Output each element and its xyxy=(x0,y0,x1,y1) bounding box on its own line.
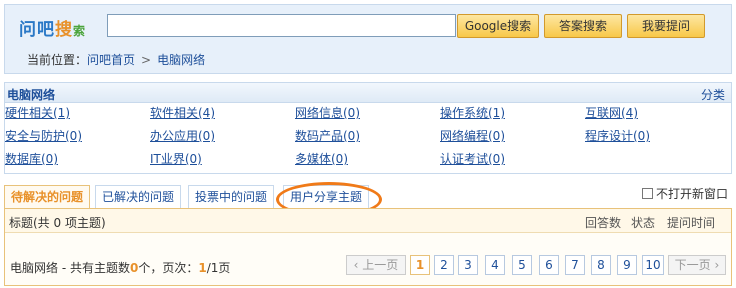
prev-page-button[interactable]: ‹ 上一页 xyxy=(346,255,406,275)
category-link[interactable]: 认证考试(0) xyxy=(440,150,505,167)
breadcrumb-home-link[interactable]: 问吧首页 xyxy=(87,53,135,67)
no-new-window-toggle[interactable]: 不打开新窗口 xyxy=(641,185,728,202)
page-number[interactable]: 6 xyxy=(539,255,559,275)
no-new-window-label: 不打开新窗口 xyxy=(655,187,728,201)
logo-sou: 搜 xyxy=(55,20,73,40)
google-search-button[interactable]: Google搜索 xyxy=(457,14,539,38)
page-number[interactable]: 9 xyxy=(617,255,637,275)
category-link[interactable]: 数码产品(0) xyxy=(295,127,360,144)
column-answers[interactable]: 回答数 xyxy=(585,214,621,231)
answer-search-button[interactable]: 答案搜索 xyxy=(544,14,622,38)
pagination: ‹ 上一页 1 2 3 4 5 6 7 8 9 10 下一页 › xyxy=(0,255,736,275)
page-number[interactable]: 7 xyxy=(565,255,585,275)
logo-suo: 索 xyxy=(73,24,87,38)
page-number[interactable]: 10 xyxy=(642,255,664,275)
column-title: 标题(共 0 项主题) xyxy=(9,216,106,230)
next-page-button[interactable]: 下一页 › xyxy=(668,255,726,275)
category-more-link[interactable]: 分类 xyxy=(701,86,725,103)
page-number[interactable]: 4 xyxy=(485,255,505,275)
breadcrumb: 当前位置：问吧首页 > 电脑网络 xyxy=(27,51,205,68)
category-link[interactable]: 操作系统(1) xyxy=(440,104,505,121)
category-link[interactable]: 硬件相关(1) xyxy=(5,104,70,121)
column-status[interactable]: 状态 xyxy=(631,214,655,231)
category-title: 电脑网络 xyxy=(7,88,56,102)
page-number[interactable]: 3 xyxy=(458,255,478,275)
checkbox[interactable] xyxy=(641,188,653,199)
tab-voting[interactable]: 投票中的问题 xyxy=(188,185,275,209)
chevron-right-icon: › xyxy=(710,258,720,272)
prev-label: 上一页 xyxy=(362,258,399,272)
category-link[interactable]: 数据库(0) xyxy=(5,150,58,167)
category-panel: 电脑网络 分类 硬件相关(1) 软件相关(4) 网络信息(0) 操作系统(1) … xyxy=(4,82,732,174)
category-link[interactable]: 网络信息(0) xyxy=(295,104,360,121)
tab-unsolved[interactable]: 待解决的问题 xyxy=(4,185,91,209)
breadcrumb-separator: > xyxy=(141,53,152,67)
chevron-left-icon: ‹ xyxy=(353,258,363,272)
breadcrumb-current-link[interactable]: 电脑网络 xyxy=(157,53,205,67)
category-link[interactable]: 软件相关(4) xyxy=(150,104,215,121)
page-number[interactable]: 5 xyxy=(512,255,532,275)
category-link[interactable]: IT业界(0) xyxy=(150,150,202,167)
site-logo[interactable]: 问吧搜索 xyxy=(19,15,86,40)
page-number[interactable]: 1 xyxy=(410,255,430,275)
category-link[interactable]: 多媒体(0) xyxy=(295,150,348,167)
page-number[interactable]: 2 xyxy=(434,255,454,275)
search-header: 问吧搜索 Google搜索 答案搜索 我要提问 当前位置：问吧首页 > 电脑网络 xyxy=(4,4,732,74)
logo-text: 问吧 xyxy=(19,20,55,40)
next-label: 下一页 xyxy=(674,258,711,272)
ask-question-button[interactable]: 我要提问 xyxy=(627,14,705,38)
category-grid: 硬件相关(1) 软件相关(4) 网络信息(0) 操作系统(1) 互联网(4) 安… xyxy=(5,103,731,173)
search-input[interactable] xyxy=(107,14,456,37)
category-link[interactable]: 网络编程(0) xyxy=(440,127,505,144)
category-link[interactable]: 安全与防护(0) xyxy=(5,127,82,144)
tab-solved[interactable]: 已解决的问题 xyxy=(95,185,182,209)
breadcrumb-label: 当前位置： xyxy=(27,53,88,67)
page-number[interactable]: 8 xyxy=(591,255,611,275)
category-header: 电脑网络 分类 xyxy=(5,83,731,103)
category-link[interactable]: 程序设计(0) xyxy=(585,127,650,144)
list-header: 标题(共 0 项主题) 回答数 状态 提问时间 xyxy=(5,209,731,233)
column-time[interactable]: 提问时间 xyxy=(667,214,715,231)
category-link[interactable]: 办公应用(0) xyxy=(150,127,215,144)
category-link[interactable]: 互联网(4) xyxy=(585,104,638,121)
